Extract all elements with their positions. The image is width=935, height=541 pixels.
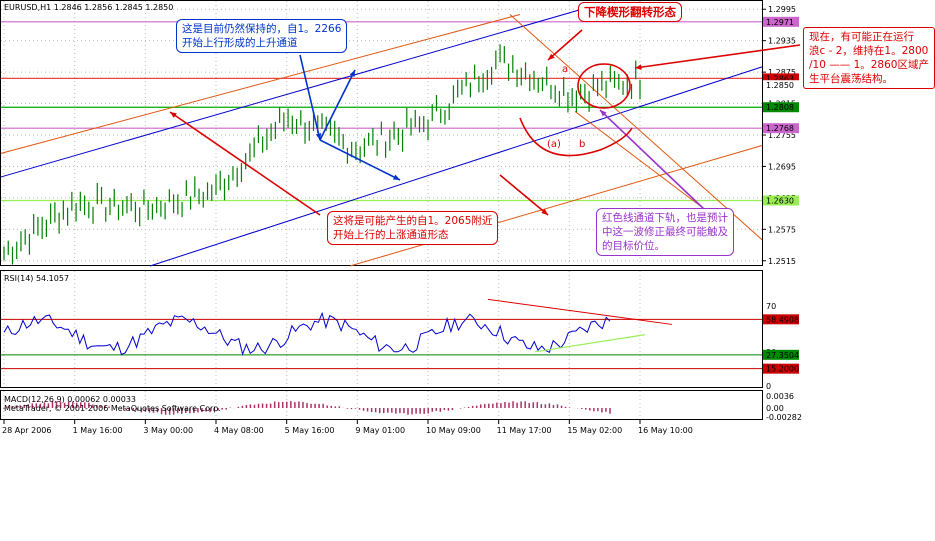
wave-c-line-4: 生平台震荡结构。: [809, 73, 893, 85]
time-tick-label: 28 Apr 2006: [2, 426, 51, 435]
price-tick-label: 1.2995: [768, 5, 796, 14]
macd-tick-label: 0.0036: [766, 392, 794, 401]
rsi-tick-label: 70: [766, 302, 776, 311]
time-tick-label: 11 May 17:00: [497, 426, 552, 435]
macd-tick-label: 0.00: [766, 404, 784, 413]
target-note-line-3: 的目标价位。: [602, 240, 665, 252]
red-note-line-1: 这将是可能产生的自1。2065附近: [333, 215, 493, 227]
chart-stage: 1.29951.29351.28751.28151.27551.26951.26…: [0, 0, 935, 537]
rsi-label: 15.2000: [766, 365, 799, 374]
time-tick-label: 16 May 10:00: [638, 426, 693, 435]
price-tick-label: 1.2575: [768, 225, 796, 234]
time-tick-label: 15 May 02:00: [567, 426, 622, 435]
price-label: 1.2768: [766, 124, 794, 133]
rsi-label: 27.3504: [766, 351, 799, 360]
time-tick-label: 4 May 08:00: [214, 426, 264, 435]
blue-note-line-2: 开始上行形成的上升通道: [182, 37, 298, 49]
wave-c-note: 现在，有可能正在运行 浪c - 2，维持在1。2800 /10 —— 1。286…: [803, 27, 935, 89]
red-channel-note: 这将是可能产生的自1。2065附近 开始上行的上涨通道形态: [327, 211, 499, 245]
copyright-text: MetaTrader, © 2001-2006 MetaQuotes Softw…: [4, 404, 221, 413]
time-tick-label: 9 May 01:00: [355, 426, 405, 435]
price-label: 1.2971: [766, 18, 794, 27]
rsi-label: 58.4908: [766, 315, 799, 324]
rsi-tick-label: 0: [766, 382, 771, 391]
chart-svg: 1.29951.29351.28751.28151.27551.26951.26…: [0, 0, 802, 435]
price-tick-label: 1.2515: [768, 257, 796, 266]
target-note-line-1: 红色线通道下轨，也是预计: [602, 212, 728, 224]
price-label: 1.2850: [766, 81, 794, 90]
wedge-title-text: 下降楔形翻转形态: [584, 5, 676, 19]
target-note-line-2: 中这一波修正最终可能触及: [602, 226, 728, 238]
wave-label-b: b: [579, 139, 585, 150]
blue-channel-note: 这是目前仍然保持的，自1。2266 开始上行形成的上升通道: [176, 19, 348, 53]
time-tick-label: 5 May 16:00: [285, 426, 335, 435]
price-label: 1.2630: [766, 197, 794, 206]
target-note: 红色线通道下轨，也是预计 中这一波修正最终可能触及 的目标价位。: [596, 208, 734, 256]
wedge-title-note: 下降楔形翻转形态: [578, 2, 682, 22]
price-label: 1.2808: [766, 103, 794, 112]
blue-note-line-1: 这是目前仍然保持的，自1。2266: [182, 23, 342, 35]
price-tick-label: 1.2935: [768, 37, 796, 46]
rsi-panel-frame: [0, 270, 763, 388]
price-tick-label: 1.2695: [768, 162, 796, 171]
wave-c-line-1: 现在，有可能正在运行: [809, 31, 914, 43]
time-tick-label: 3 May 00:00: [143, 426, 193, 435]
wave-c-line-2: 浪c - 2，维持在1。2800: [809, 45, 929, 57]
wave-label-ab: (a): [547, 139, 561, 150]
wave-c-line-3: /10 —— 1。2860区域产: [809, 59, 929, 71]
time-tick-label: 10 May 09:00: [426, 426, 481, 435]
time-tick-label: 1 May 16:00: [73, 426, 123, 435]
wave-label-a: a: [562, 64, 568, 75]
macd-header: MACD(12,26,9) 0.00062 0.00033: [4, 395, 136, 404]
main-chart-header: EURUSD,H1 1.2846 1.2856 1.2845 1.2850: [4, 3, 173, 12]
red-note-line-2: 开始上行的上涨通道形态: [333, 229, 449, 241]
macd-tick-label: -0.00282: [766, 413, 802, 422]
rsi-header: RSI(14) 54.1057: [4, 274, 69, 283]
